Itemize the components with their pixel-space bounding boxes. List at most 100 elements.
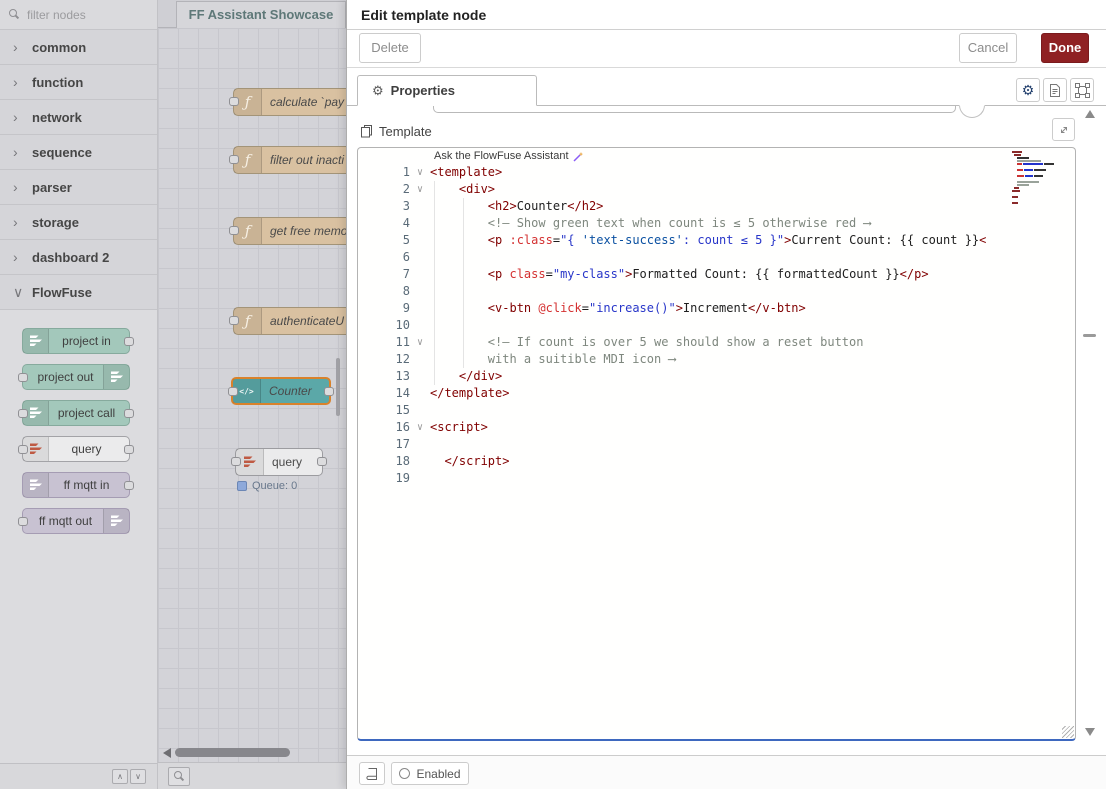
output-port[interactable] [124,337,134,346]
flowfuse-icon [29,479,43,491]
input-port[interactable] [18,517,28,526]
description-button[interactable] [1043,78,1067,102]
flow-canvas[interactable]: ƒcalculate `pay ƒfilter out inacti ƒget fr… [158,28,346,762]
template-code-editor[interactable]: Ask the FlowFuse Assistant 1∨<template>2… [357,147,1076,741]
input-port[interactable] [229,226,239,235]
canvas-vertical-scrollbar[interactable] [336,358,340,416]
code-line: 17 [358,436,1075,453]
done-button[interactable]: Done [1041,33,1089,63]
input-port[interactable] [229,97,239,106]
clipped-input-field[interactable] [433,106,956,113]
palette-search-input[interactable]: filter nodes [0,0,157,30]
code-line: 7 <p class="my-class">Formatted Count: {… [358,266,1075,283]
node-label: Counter [269,379,312,403]
palette-category-storage[interactable]: ›storage [0,205,157,240]
code-line: 15 [358,402,1075,419]
palette-category-dashboard-2[interactable]: ›dashboard 2 [0,240,157,275]
output-port[interactable] [124,445,134,454]
scroll-down-icon[interactable] [1085,728,1095,736]
code-line: 14</template> [358,385,1075,402]
magnifier-icon [174,771,185,782]
enabled-toggle-button[interactable]: Enabled [391,762,469,785]
node-icon-strip [23,473,49,497]
flow-node-Counter[interactable]: </>Counter [231,377,331,405]
output-port[interactable] [324,387,334,396]
code-line: 5 <p :class="{ 'text-success': count ≤ 5… [358,232,1075,249]
palette-node-project-in[interactable]: project in [22,328,130,354]
edit-properties-button[interactable]: ⚙ [1016,78,1040,102]
palette-collapse-all-button[interactable]: ∧ [112,769,128,784]
flow-tab[interactable]: FF Assistant Showcase [176,1,346,28]
palette-node-ff-mqtt-in[interactable]: ff mqtt in [22,472,130,498]
assistant-hint[interactable]: Ask the FlowFuse Assistant [434,148,1075,164]
output-port[interactable] [124,409,134,418]
input-port[interactable] [228,387,238,396]
flowfuse-icon [110,515,124,527]
code-line: 2∨ <div> [358,181,1075,198]
code-text: <v-btn @click="increase()">Increment</v-… [430,300,806,317]
editor-minimap[interactable] [1012,151,1058,205]
input-port[interactable] [18,409,28,418]
fold-chevron-icon[interactable]: ∨ [410,419,430,436]
palette-node-ff-mqtt-out[interactable]: ff mqtt out [22,508,130,534]
palette-node-query[interactable]: query [22,436,130,462]
flow-node-authenticateU[interactable]: ƒauthenticateU [233,307,346,335]
palette-category-label: storage [32,215,79,230]
input-port[interactable] [18,445,28,454]
appearance-button[interactable] [1070,78,1094,102]
group-select-icon [1075,83,1090,98]
line-number: 7 [358,266,410,283]
fold-gutter [410,453,430,470]
scroll-left-icon[interactable] [163,748,171,758]
code-text: <p class="my-class">Formatted Count: {{ … [430,266,929,283]
palette-category-network[interactable]: ›network [0,100,157,135]
flow-node-calculate-pay[interactable]: ƒcalculate `pay [233,88,346,116]
palette-category-label: common [32,40,86,55]
tab-properties[interactable]: ⚙ Properties [357,75,537,106]
fold-gutter [410,215,430,232]
flow-node-filter-out-inacti[interactable]: ƒfilter out inacti [233,146,346,174]
palette-category-common[interactable]: ›common [0,30,157,65]
output-port[interactable] [317,457,327,466]
palette-category-sequence[interactable]: ›sequence [0,135,157,170]
palette-category-FlowFuse[interactable]: ∨FlowFuse [0,275,157,310]
node-status-text: Queue: 0 [252,480,297,492]
expand-editor-button[interactable] [1052,118,1075,141]
dialog-scrollbar-thumb[interactable] [1083,334,1096,337]
indent-guide [463,198,464,368]
palette-category-function[interactable]: ›function [0,65,157,100]
editor-resize-handle[interactable] [1062,726,1074,738]
input-port[interactable] [231,457,241,466]
palette-node-project-call[interactable]: project call [22,400,130,426]
fold-chevron-icon[interactable]: ∨ [410,334,430,351]
palette-node-project-out[interactable]: project out [22,364,130,390]
search-flows-button[interactable] [168,767,190,786]
status-dot-icon [237,481,247,491]
flow-node-query[interactable]: query [235,448,323,476]
section-toggle[interactable] [959,105,985,118]
line-number: 13 [358,368,410,385]
node-help-button[interactable] [359,762,385,785]
palette-expand-all-button[interactable]: ∨ [130,769,146,784]
flowfuse-icon [29,443,43,455]
input-port[interactable] [229,155,239,164]
fold-chevron-icon[interactable]: ∨ [410,164,430,181]
cancel-button[interactable]: Cancel [959,33,1017,63]
book-icon [365,767,379,781]
chevron-right-icon: › [13,145,21,159]
fold-gutter [410,283,430,300]
delete-button[interactable]: Delete [359,33,421,63]
node-label: filter out inacti [270,147,344,173]
fold-gutter [410,300,430,317]
input-port[interactable] [229,316,239,325]
flow-node-get-free-memo[interactable]: ƒget free memo [233,217,346,245]
flowfuse-icon [243,456,257,468]
fold-chevron-icon[interactable]: ∨ [410,181,430,198]
canvas-horizontal-scrollbar[interactable] [175,748,290,757]
node-label: authenticateU [270,308,344,334]
output-port[interactable] [124,481,134,490]
palette-category-parser[interactable]: ›parser [0,170,157,205]
input-port[interactable] [18,373,28,382]
scroll-up-icon[interactable] [1085,110,1095,118]
fold-gutter [410,232,430,249]
